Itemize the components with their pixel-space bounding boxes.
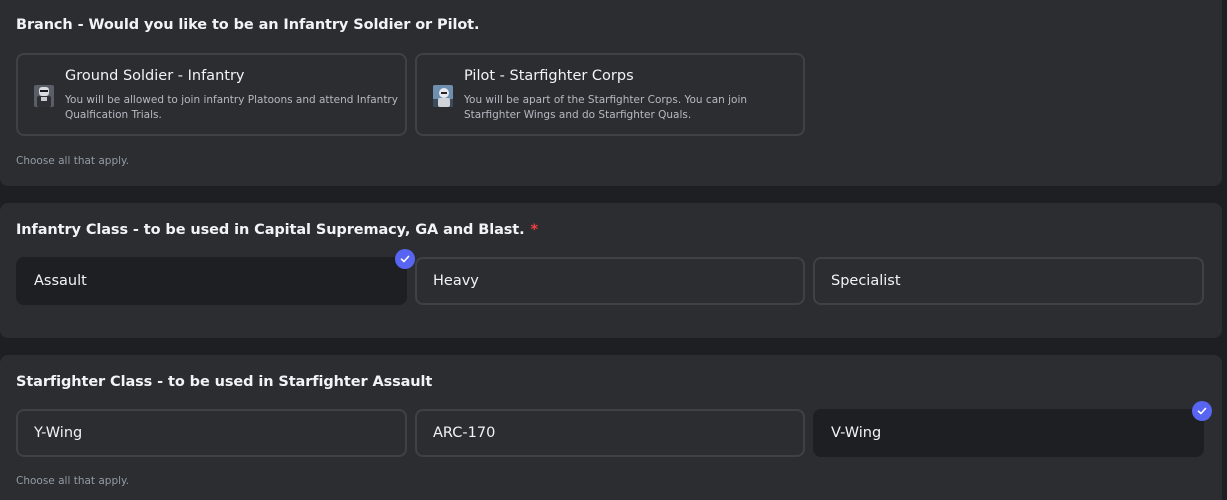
required-marker: * xyxy=(530,222,539,238)
option-label: V-Wing xyxy=(831,425,882,441)
option-label: Y-Wing xyxy=(34,425,83,441)
option-specialist[interactable]: Specialist xyxy=(813,257,1204,305)
option-arc-170[interactable]: ARC-170 xyxy=(415,409,805,457)
infantry-class-question-card: Infantry Class - to be used in Capital S… xyxy=(0,203,1222,338)
infantry-soldier-icon xyxy=(34,85,54,107)
option-assault[interactable]: Assault xyxy=(16,257,407,305)
infantry-class-title-text: Infantry Class - to be used in Capital S… xyxy=(16,222,525,238)
starfighter-class-title: Starfighter Class - to be used in Starfi… xyxy=(16,374,433,390)
option-title: Ground Soldier - Infantry xyxy=(65,68,245,84)
option-label: Heavy xyxy=(433,273,479,289)
option-ground-soldier-infantry[interactable]: Ground Soldier - Infantry You will be al… xyxy=(16,53,407,136)
starfighter-hint: Choose all that apply. xyxy=(16,475,130,487)
checkmark-icon xyxy=(395,249,415,269)
option-v-wing[interactable]: V-Wing xyxy=(813,409,1204,457)
option-description: You will be apart of the Starfighter Cor… xyxy=(464,94,748,121)
branch-question-title: Branch - Would you like to be an Infantr… xyxy=(16,17,480,33)
branch-question-card: Branch - Would you like to be an Infantr… xyxy=(0,0,1222,186)
option-title: Pilot - Starfighter Corps xyxy=(464,68,634,84)
option-heavy[interactable]: Heavy xyxy=(415,257,805,305)
branch-hint: Choose all that apply. xyxy=(16,155,130,167)
form-page: Branch - Would you like to be an Infantr… xyxy=(0,0,1227,500)
option-description: You will be allowed to join infantry Pla… xyxy=(65,94,398,121)
option-pilot-starfighter-corps[interactable]: Pilot - Starfighter Corps You will be ap… xyxy=(415,53,805,136)
infantry-class-title: Infantry Class - to be used in Capital S… xyxy=(16,222,538,238)
option-label: Assault xyxy=(34,273,87,289)
option-label: Specialist xyxy=(831,273,901,289)
checkmark-icon xyxy=(1192,401,1212,421)
option-label: ARC-170 xyxy=(433,425,496,441)
starfighter-class-question-card: Starfighter Class - to be used in Starfi… xyxy=(0,355,1222,500)
option-y-wing[interactable]: Y-Wing xyxy=(16,409,407,457)
pilot-icon xyxy=(433,85,453,107)
